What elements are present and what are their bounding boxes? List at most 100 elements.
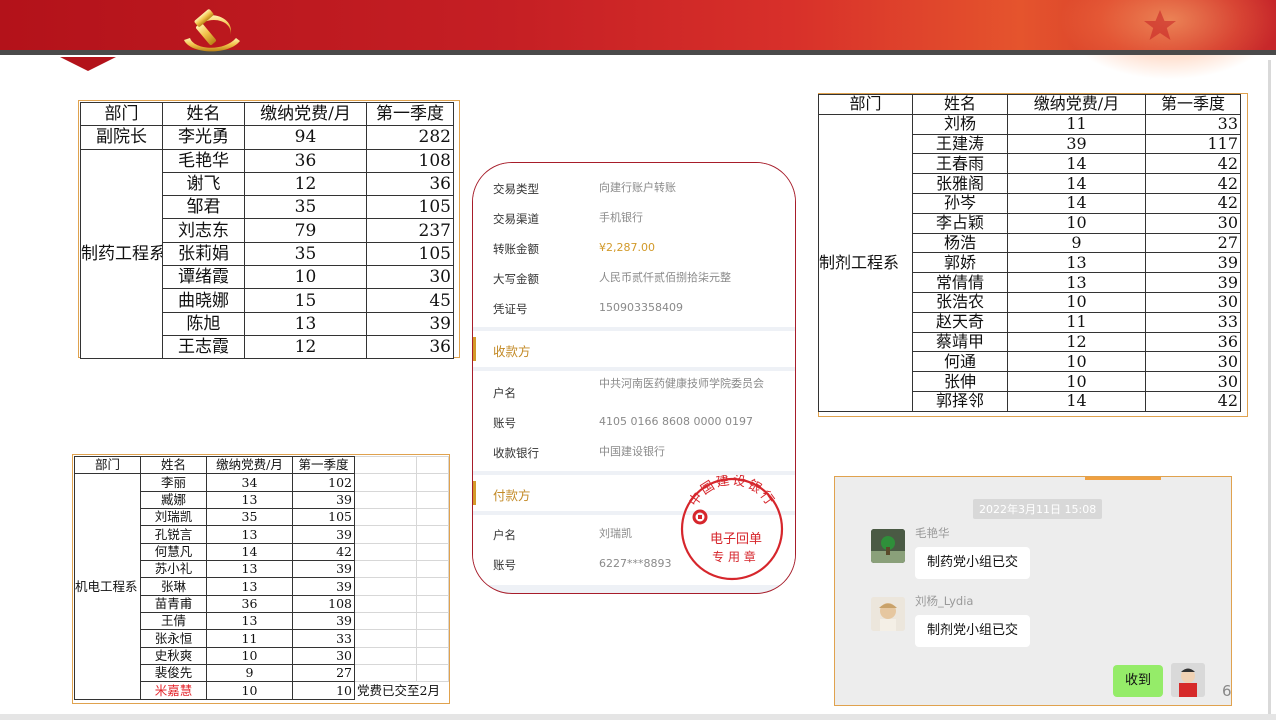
name-cell: 郭娇 bbox=[912, 252, 1008, 274]
name-cell: 郭择邻 bbox=[912, 390, 1008, 412]
table-pharma-dept: 部门 姓名 缴纳党费/月 第一季度 副院长 李光勇 94 282 制药工程系 毛… bbox=[80, 101, 454, 360]
empty-cell bbox=[416, 473, 449, 492]
payee-details: 户名 中共河南医药健康技师学院委员会 账号 4105 0166 8608 000… bbox=[473, 371, 795, 471]
q1-cell: 39 bbox=[292, 577, 355, 596]
name-cell: 邹君 bbox=[162, 195, 245, 220]
name-cell: 张伸 bbox=[912, 371, 1008, 392]
chat-message[interactable]: 制药党小组已交 bbox=[915, 547, 1031, 579]
name-cell: 张雅阁 bbox=[912, 173, 1008, 194]
q1-cell: 30 bbox=[366, 265, 454, 290]
name-cell: 张浩农 bbox=[912, 291, 1008, 313]
q1-cell: 33 bbox=[1145, 311, 1241, 333]
transfer-amount: ¥2,287.00 bbox=[599, 241, 655, 254]
monthly-cell: 9 bbox=[206, 664, 293, 683]
table-mechatronics-dept: 部门 姓名 缴纳党费/月 第一季度 机电工程系 李丽 34 102 臧娜 13 39… bbox=[74, 455, 449, 700]
section-title: 收款方 bbox=[493, 344, 531, 359]
monthly-cell: 35 bbox=[206, 508, 293, 527]
empty-cell bbox=[354, 542, 417, 562]
q1-cell: 36 bbox=[1145, 331, 1241, 353]
section-title: 付款方 bbox=[493, 488, 531, 503]
monthly-cell: 13 bbox=[206, 577, 293, 596]
q1-cell: 39 bbox=[292, 525, 355, 544]
q1-cell: 33 bbox=[292, 629, 355, 648]
q1-cell: 30 bbox=[1145, 351, 1241, 373]
name-cell: 蔡靖甲 bbox=[912, 331, 1008, 353]
chat-message[interactable]: 制剂党小组已交 bbox=[915, 615, 1031, 647]
empty-cell bbox=[416, 577, 449, 596]
monthly-cell: 13 bbox=[1007, 272, 1146, 293]
avatar[interactable] bbox=[871, 529, 905, 563]
q1-cell: 36 bbox=[366, 171, 454, 197]
name-cell: 张永恒 bbox=[140, 629, 207, 648]
chat-screenshot: 2022年3月11日 15:08 毛艳华 制药党小组已交 刘杨_Lydia 制剂… bbox=[834, 476, 1232, 706]
empty-cell bbox=[354, 508, 417, 527]
receipt-value: 刘瑞凯 bbox=[599, 527, 632, 540]
name-cell: 裴俊先 bbox=[140, 664, 207, 683]
q1-cell: 27 bbox=[1145, 232, 1241, 254]
q1-cell: 105 bbox=[366, 195, 454, 220]
table-preparation-dept: 部门 姓名 缴纳党费/月 第一季度 制剂工程系 刘杨 11 33 王建涛 39 11… bbox=[818, 94, 1241, 412]
q1-cell: 42 bbox=[292, 542, 355, 562]
q1-cell: 27 bbox=[292, 664, 355, 683]
name-cell: 张莉娟 bbox=[162, 241, 245, 267]
q1-cell: 45 bbox=[366, 288, 454, 313]
q1-cell: 237 bbox=[366, 218, 454, 243]
chat-reply[interactable]: 收到 bbox=[1113, 665, 1164, 697]
monthly-cell: 12 bbox=[244, 171, 367, 197]
receipt-value: 向建行账户转账 bbox=[599, 181, 676, 194]
monthly-cell: 14 bbox=[206, 542, 293, 562]
header-name: 姓名 bbox=[912, 94, 1008, 115]
monthly-cell: 14 bbox=[1007, 192, 1146, 214]
empty-cell bbox=[354, 577, 417, 596]
empty-cell bbox=[416, 490, 449, 510]
empty-cell bbox=[354, 629, 417, 648]
bank-receipt: 交易类型 向建行账户转账 交易渠道 手机银行 转账金额 ¥2,287.00 大写… bbox=[472, 162, 796, 594]
receipt-value: 手机银行 bbox=[599, 211, 643, 224]
monthly-cell: 12 bbox=[1007, 331, 1146, 353]
name-cell: 王春雨 bbox=[912, 153, 1008, 175]
name-cell: 何慧凡 bbox=[140, 542, 207, 562]
q1-cell: 10 bbox=[292, 681, 355, 700]
monthly-cell: 9 bbox=[1007, 232, 1146, 254]
monthly-cell: 10 bbox=[206, 681, 293, 700]
name-cell: 苗青甫 bbox=[140, 594, 207, 614]
self-avatar[interactable] bbox=[1171, 663, 1205, 697]
empty-cell bbox=[416, 629, 449, 648]
hammer-sickle-icon bbox=[184, 9, 240, 52]
q1-cell: 108 bbox=[366, 148, 454, 173]
table-row: 制剂工程系 刘杨 11 33 bbox=[818, 113, 1241, 412]
name-cell: 刘杨 bbox=[912, 113, 1008, 135]
name-cell: 王倩 bbox=[140, 612, 207, 631]
name-cell: 孙岑 bbox=[912, 192, 1008, 214]
stamp-line-2: 专 用 章 bbox=[712, 549, 756, 564]
dept-group-cell: 制剂工程系 bbox=[818, 113, 913, 412]
q1-cell: 30 bbox=[292, 646, 355, 666]
name-cell: 刘志东 bbox=[162, 218, 245, 243]
monthly-cell: 14 bbox=[1007, 173, 1146, 194]
name-cell: 史秋爽 bbox=[140, 646, 207, 666]
avatar-image bbox=[1171, 663, 1205, 697]
table-header-row: 部门 姓名 缴纳党费/月 第一季度 bbox=[74, 455, 449, 475]
name-cell: 刘瑞凯 bbox=[140, 508, 207, 527]
avatar[interactable] bbox=[871, 597, 905, 631]
q1-cell: 102 bbox=[292, 473, 355, 492]
monthly-cell: 10 bbox=[206, 646, 293, 666]
empty-cell bbox=[354, 490, 417, 510]
name-cell: 毛艳华 bbox=[162, 148, 245, 173]
avatar-image bbox=[871, 597, 905, 631]
bottom-rule bbox=[0, 714, 1276, 720]
q1-cell: 39 bbox=[1145, 252, 1241, 274]
monthly-cell: 14 bbox=[1007, 390, 1146, 412]
receipt-value: 人民币贰仟贰佰捌拾柒元整 bbox=[599, 271, 731, 284]
empty-cell bbox=[354, 560, 417, 579]
header-monthly: 缴纳党费/月 bbox=[1007, 94, 1146, 115]
payee-section-header: 收款方 bbox=[473, 331, 795, 367]
name-cell: 何通 bbox=[912, 351, 1008, 373]
dept-group-cell: 机电工程系 bbox=[74, 473, 141, 700]
name-cell: 谢飞 bbox=[162, 171, 245, 197]
monthly-cell: 13 bbox=[1007, 252, 1146, 274]
q1-cell: 33 bbox=[1145, 113, 1241, 135]
chat-top-accent bbox=[1085, 477, 1161, 480]
q1-cell: 30 bbox=[1145, 371, 1241, 392]
empty-cell bbox=[354, 646, 417, 666]
